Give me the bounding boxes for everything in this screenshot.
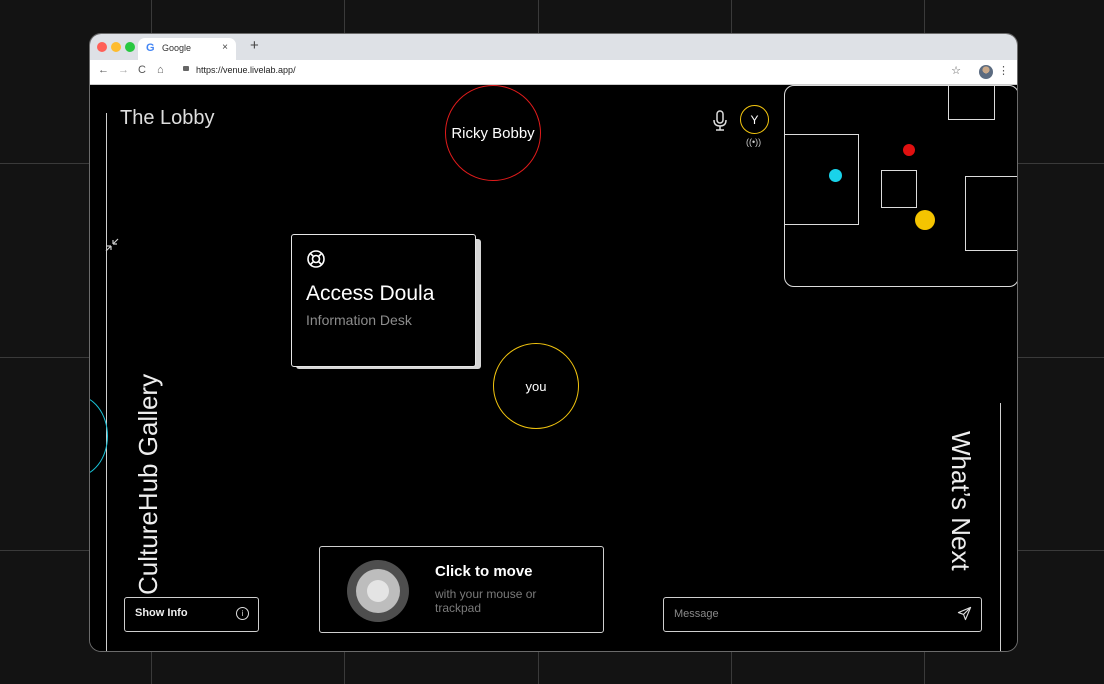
move-hint-title: Click to move <box>435 563 533 580</box>
browser-window: G Google × + ← → C ⌂ https://venue.livel… <box>89 33 1018 652</box>
message-box <box>663 597 982 632</box>
info-desk-card[interactable]: Access Doula Information Desk <box>291 234 476 367</box>
room-title: The Lobby <box>120 107 215 129</box>
show-info-label: Show Info <box>135 607 188 619</box>
send-icon[interactable] <box>957 606 972 621</box>
card-title: Access Doula <box>306 282 435 305</box>
participant-avatar-ricky-bobby[interactable]: Ricky Bobby <box>445 85 541 181</box>
card-subtitle: Information Desk <box>306 312 412 328</box>
minimap-dot-yellow <box>915 210 935 230</box>
profile-avatar-icon[interactable] <box>979 65 993 79</box>
minimap-room <box>785 134 859 225</box>
move-indicator-center <box>367 580 389 602</box>
lifebuoy-icon <box>307 250 325 268</box>
venue-minimap[interactable] <box>784 85 1017 287</box>
show-info-button[interactable]: Show Info i <box>124 597 259 632</box>
tab-title: Google <box>162 43 192 53</box>
collapse-arrows-icon[interactable] <box>103 235 123 255</box>
minimap-room <box>948 86 995 120</box>
move-hint-panel: Click to move with your mouse or trackpa… <box>319 546 604 633</box>
venue-canvas[interactable]: The Lobby CultureHub Gallery What’s Next… <box>90 85 1017 651</box>
right-wall-line <box>1000 403 1001 651</box>
participant-name: you <box>525 378 547 394</box>
address-bar: ← → C ⌂ https://venue.livelab.app/ ☆ ⋮ <box>90 60 1017 85</box>
minimap-dot-cyan <box>829 169 842 182</box>
minimap-dot-red <box>903 144 915 156</box>
browser-menu-icon[interactable]: ⋮ <box>998 64 1009 77</box>
close-window-button[interactable] <box>97 42 107 52</box>
right-door-whats-next-label[interactable]: What’s Next <box>942 431 976 581</box>
back-button[interactable]: ← <box>98 64 109 76</box>
left-door-gallery-label[interactable]: CultureHub Gallery <box>133 374 167 595</box>
move-hint-subtitle: with your mouse or trackpad <box>435 587 537 615</box>
url-field[interactable]: https://venue.livelab.app/ <box>196 65 296 75</box>
home-button[interactable]: ⌂ <box>157 64 164 76</box>
participant-avatar-you[interactable]: you <box>493 343 579 429</box>
tab-bar: G Google × + <box>90 34 1017 60</box>
microphone-icon[interactable] <box>710 109 730 133</box>
forward-button[interactable]: → <box>118 64 129 76</box>
new-tab-button[interactable]: + <box>250 37 259 54</box>
minimap-room <box>965 176 1017 251</box>
reload-button[interactable]: C <box>138 64 146 76</box>
lock-icon <box>183 66 189 71</box>
browser-tab[interactable]: G Google × <box>138 38 236 60</box>
minimize-window-button[interactable] <box>111 42 121 52</box>
minimap-room <box>881 170 917 208</box>
bookmark-star-icon[interactable]: ☆ <box>951 64 961 77</box>
maximize-window-button[interactable] <box>125 42 135 52</box>
broadcast-icon: ((•)) <box>746 137 762 147</box>
message-input[interactable] <box>664 598 964 629</box>
left-wall-line <box>106 113 107 651</box>
google-favicon-icon: G <box>146 42 155 54</box>
info-icon: i <box>236 607 249 620</box>
participant-name: Ricky Bobby <box>451 124 535 142</box>
tab-close-icon[interactable]: × <box>222 42 228 53</box>
user-avatar-badge[interactable]: Y <box>740 105 769 134</box>
